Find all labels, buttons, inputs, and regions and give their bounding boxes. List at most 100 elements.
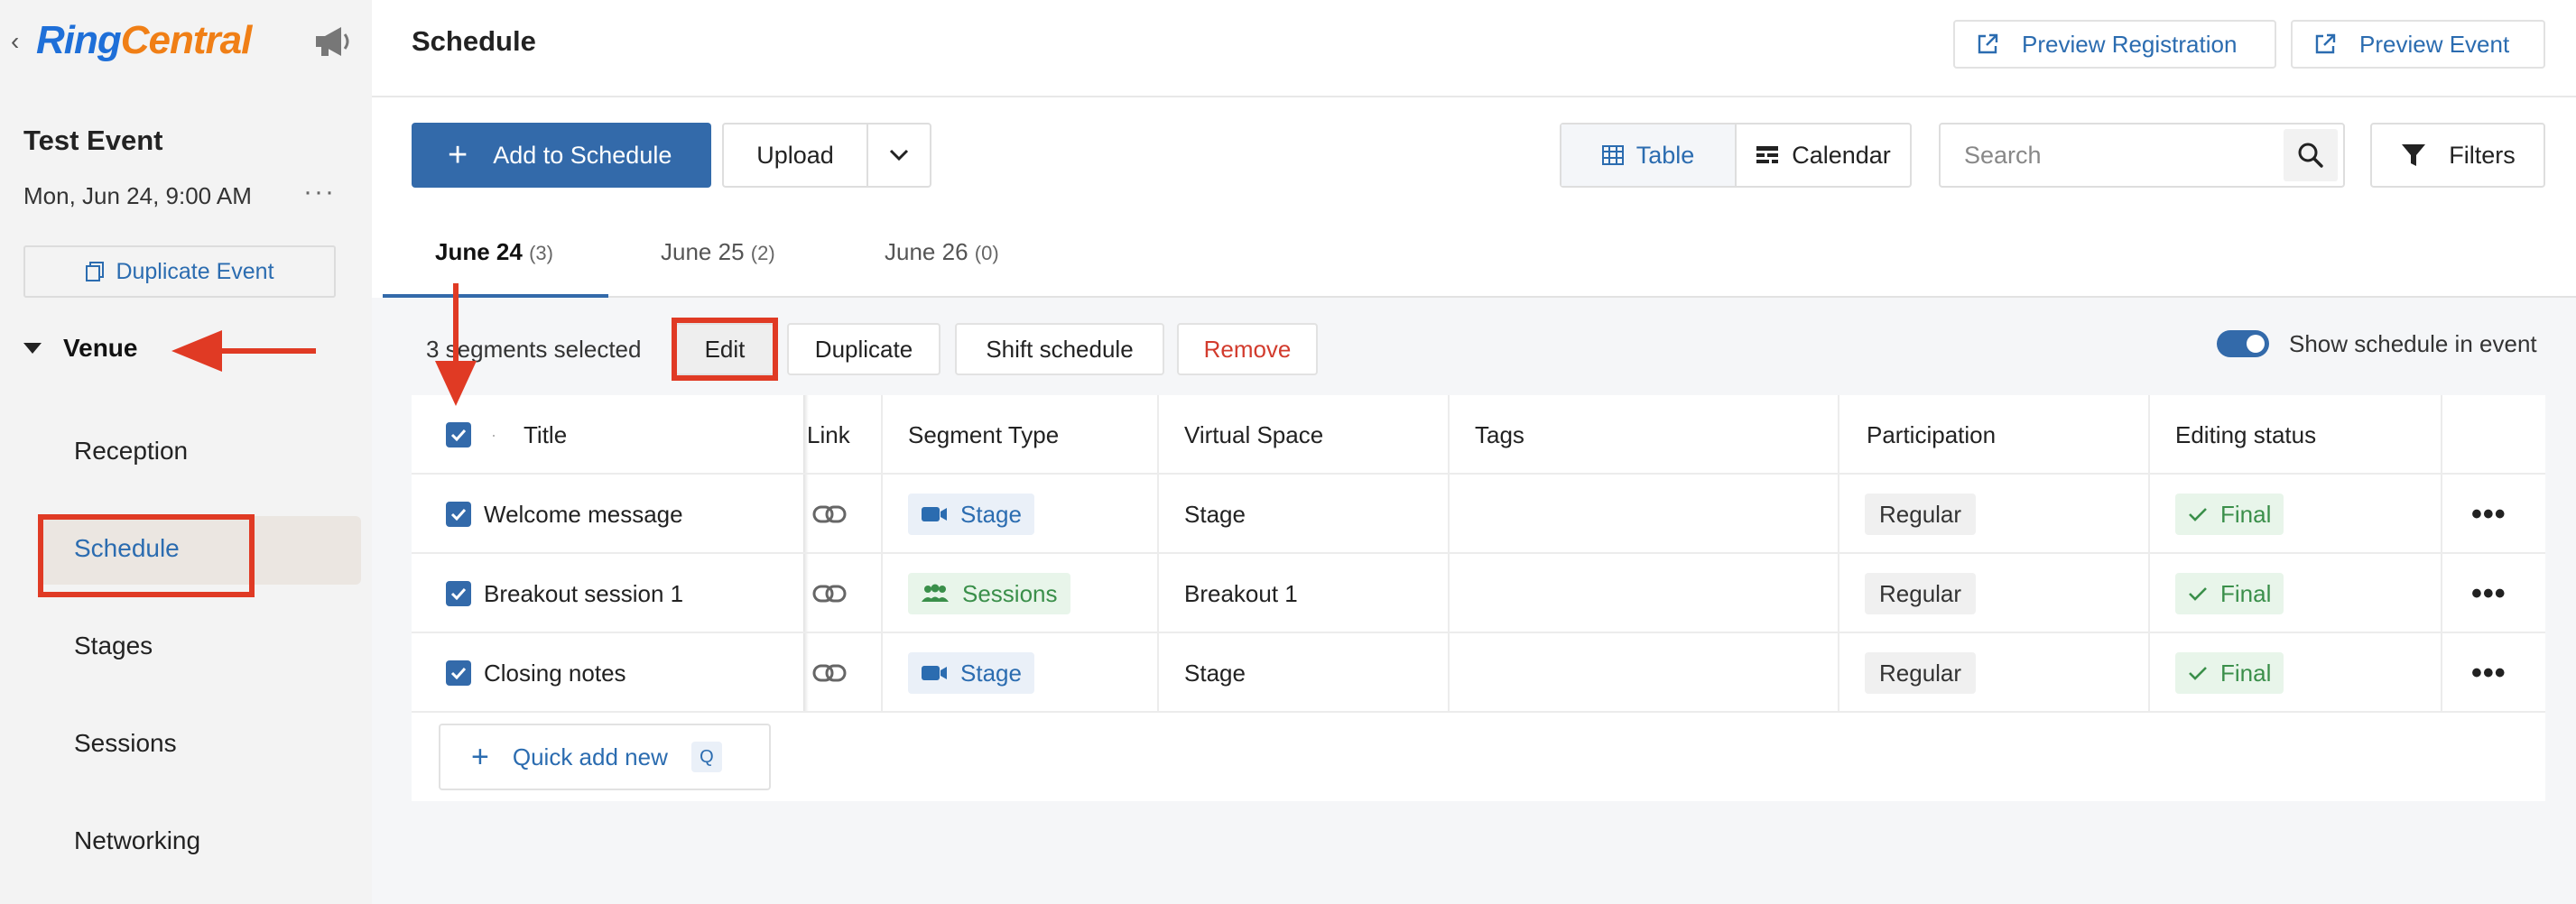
column-header-tags[interactable]: Tags xyxy=(1475,395,1524,475)
search-icon xyxy=(2298,143,2323,168)
column-header-link[interactable]: Link xyxy=(807,395,850,475)
filters-button[interactable]: Filters xyxy=(2370,123,2545,188)
check-icon xyxy=(2189,667,2207,680)
row-title[interactable]: Closing notes xyxy=(484,633,626,713)
copy-icon xyxy=(86,262,105,281)
segment-type-chip: Stage xyxy=(908,475,1034,554)
show-schedule-label: Show schedule in event xyxy=(2289,330,2537,357)
show-schedule-toggle[interactable] xyxy=(2217,330,2269,357)
virtual-space: Stage xyxy=(1184,659,1246,687)
participation-chip: Regular xyxy=(1865,633,1977,713)
video-camera-icon xyxy=(922,507,947,521)
remove-button[interactable]: Remove xyxy=(1177,323,1318,375)
participation-chip: Regular xyxy=(1865,554,1977,633)
calendar-icon xyxy=(1756,146,1779,163)
row-more-icon[interactable]: ••• xyxy=(2471,475,2507,554)
sidebar-item-networking[interactable]: Networking xyxy=(74,826,200,855)
checkbox-checked-icon xyxy=(446,502,471,527)
preview-registration-button[interactable]: Preview Registration xyxy=(1953,20,2276,69)
duplicate-event-button[interactable]: Duplicate Event xyxy=(23,245,336,298)
table-header-row: · Title Link Segment Type Virtual Space … xyxy=(412,395,2545,475)
plus-icon: + xyxy=(471,740,489,774)
sidebar-item-sessions[interactable]: Sessions xyxy=(74,729,177,758)
virtual-space: Stage xyxy=(1184,500,1246,528)
row-title[interactable]: Welcome message xyxy=(484,475,683,554)
link-icon[interactable] xyxy=(812,554,847,633)
keyboard-shortcut-badge: Q xyxy=(690,742,722,772)
megaphone-icon[interactable] xyxy=(312,23,352,60)
search-button[interactable] xyxy=(2284,129,2338,181)
caret-down-icon xyxy=(23,343,42,354)
column-header-segment-type[interactable]: Segment Type xyxy=(908,395,1059,475)
sidebar: ‹ RingCentral Test Event Mon, Jun 24, 9:… xyxy=(0,0,372,904)
drag-column-header: · xyxy=(491,425,496,444)
table-row[interactable]: Closing notes Stage Stage Regular Final … xyxy=(412,633,2545,713)
plus-icon: + xyxy=(448,136,468,174)
people-group-icon xyxy=(922,584,949,602)
table-view-button[interactable]: Table xyxy=(1561,125,1737,186)
tab-june-25[interactable]: June 25 (2) xyxy=(661,238,775,266)
calendar-view-button[interactable]: Calendar xyxy=(1737,125,1910,186)
quick-add-button[interactable]: + Quick add new Q xyxy=(439,724,771,790)
annotation-arrow-checkbox xyxy=(453,283,459,366)
checkbox-checked-icon xyxy=(446,581,471,606)
preview-event-button[interactable]: Preview Event xyxy=(2291,20,2545,69)
row-checkbox[interactable] xyxy=(446,554,471,633)
tab-june-24[interactable]: June 24 (3) xyxy=(435,238,553,266)
chevron-down-icon xyxy=(889,149,909,161)
sidebar-item-stages[interactable]: Stages xyxy=(74,632,153,660)
tab-june-26[interactable]: June 26 (0) xyxy=(885,238,999,266)
search-field xyxy=(1939,123,2345,188)
annotation-highlight-edit xyxy=(672,318,778,381)
status-badge: Final xyxy=(2175,554,2284,633)
row-more-icon[interactable]: ••• xyxy=(2471,554,2507,633)
row-checkbox[interactable] xyxy=(446,633,471,713)
segment-type-chip: Sessions xyxy=(908,554,1070,633)
event-title: Test Event xyxy=(23,125,163,156)
check-icon xyxy=(2189,508,2207,521)
annotation-arrowhead-venue xyxy=(171,330,222,372)
column-header-virtual-space[interactable]: Virtual Space xyxy=(1184,395,1323,475)
back-chevron-icon[interactable]: ‹ xyxy=(11,27,19,56)
checkbox-checked-icon xyxy=(446,660,471,686)
header-divider xyxy=(372,96,2576,97)
ringcentral-logo[interactable]: RingCentral xyxy=(36,18,252,63)
sidebar-item-reception[interactable]: Reception xyxy=(74,437,188,466)
participation-chip: Regular xyxy=(1865,475,1977,554)
upload-button[interactable]: Upload xyxy=(722,123,866,188)
search-input[interactable] xyxy=(1941,141,2284,170)
virtual-space: Breakout 1 xyxy=(1184,579,1298,607)
row-checkbox[interactable] xyxy=(446,475,471,554)
link-icon[interactable] xyxy=(812,475,847,554)
annotation-arrow-venue xyxy=(220,348,316,354)
view-switcher: Table Calendar xyxy=(1560,123,1912,188)
event-more-icon[interactable]: ··· xyxy=(303,177,336,208)
status-badge: Final xyxy=(2175,475,2284,554)
row-title[interactable]: Breakout session 1 xyxy=(484,554,683,633)
link-icon[interactable] xyxy=(812,633,847,713)
row-more-icon[interactable]: ••• xyxy=(2471,633,2507,713)
table-icon xyxy=(1601,145,1624,165)
annotation-highlight-schedule xyxy=(38,514,255,597)
external-link-icon xyxy=(2315,33,2336,54)
upload-dropdown-button[interactable] xyxy=(866,123,931,188)
column-header-editing-status[interactable]: Editing status xyxy=(2175,395,2316,475)
table-row[interactable]: Welcome message Stage Stage Regular Fina… xyxy=(412,475,2545,554)
venue-section-toggle[interactable]: Venue xyxy=(23,334,137,363)
column-header-title[interactable]: Title xyxy=(524,395,567,475)
external-link-icon xyxy=(1978,33,1998,54)
column-header-participation[interactable]: Participation xyxy=(1867,395,1996,475)
filter-icon xyxy=(2402,144,2426,166)
table-row[interactable]: Breakout session 1 Sessions Breakout 1 R… xyxy=(412,554,2545,633)
add-to-schedule-button[interactable]: + Add to Schedule xyxy=(412,123,711,188)
shift-schedule-button[interactable]: Shift schedule xyxy=(955,323,1164,375)
check-icon xyxy=(2189,587,2207,601)
event-date: Mon, Jun 24, 9:00 AM xyxy=(23,182,252,209)
segment-type-chip: Stage xyxy=(908,633,1034,713)
page-title: Schedule xyxy=(412,25,536,57)
select-all-checkbox[interactable] xyxy=(446,395,471,475)
duplicate-button[interactable]: Duplicate xyxy=(787,323,941,375)
checkbox-checked-icon xyxy=(446,422,471,447)
video-camera-icon xyxy=(922,666,947,680)
annotation-arrowhead-checkbox xyxy=(435,361,477,406)
